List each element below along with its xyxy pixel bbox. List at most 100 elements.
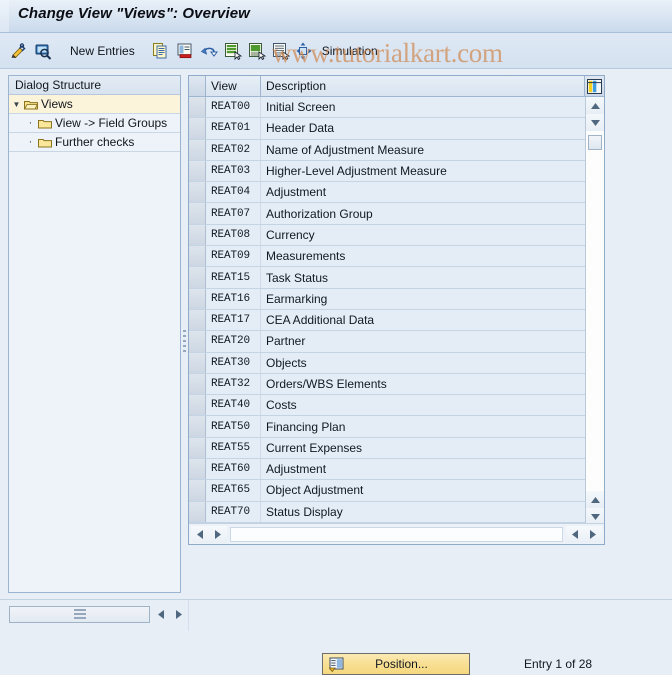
cell-description[interactable]: Status Display: [261, 502, 585, 522]
cell-description[interactable]: Object Adjustment: [261, 480, 585, 500]
row-select-cell[interactable]: [189, 224, 206, 246]
cell-view[interactable]: REAT00: [206, 97, 261, 118]
cell-view[interactable]: REAT15: [206, 267, 261, 288]
scroll-left-button[interactable]: [191, 525, 209, 543]
table-row[interactable]: REAT03 Higher-Level Adjustment Measure: [189, 160, 585, 183]
cell-view[interactable]: REAT03: [206, 160, 261, 182]
cell-view[interactable]: REAT07: [206, 203, 261, 224]
table-row[interactable]: REAT55 Current Expenses: [189, 437, 585, 460]
cell-description[interactable]: Initial Screen: [261, 97, 585, 117]
table-horizontal-scrollbar[interactable]: [189, 523, 604, 544]
table-row[interactable]: REAT20 Partner: [189, 331, 585, 353]
table-row[interactable]: REAT04 Adjustment: [189, 182, 585, 204]
row-select-cell[interactable]: [189, 395, 206, 416]
cell-description[interactable]: Name of Adjustment Measure: [261, 140, 585, 160]
new-entries-button[interactable]: New Entries: [65, 42, 141, 60]
table-row[interactable]: REAT50 Financing Plan: [189, 416, 585, 438]
cell-description[interactable]: Costs: [261, 395, 585, 415]
scroll-right-button[interactable]: [209, 525, 227, 543]
cell-description[interactable]: Financing Plan: [261, 416, 585, 436]
scrollbar-thumb[interactable]: [588, 135, 602, 150]
deselect-all-icon[interactable]: [270, 40, 292, 62]
cell-view[interactable]: REAT04: [206, 182, 261, 203]
cell-description[interactable]: Header Data: [261, 118, 585, 138]
cell-view[interactable]: REAT17: [206, 309, 261, 331]
select-block-icon[interactable]: [246, 40, 268, 62]
row-select-cell[interactable]: [189, 501, 206, 522]
sidebar-item-views[interactable]: ▼ Views: [9, 95, 180, 114]
cell-description[interactable]: Orders/WBS Elements: [261, 374, 585, 394]
cell-description[interactable]: Currency: [261, 225, 585, 245]
horizontal-scroll-track[interactable]: [230, 526, 563, 542]
column-header-description[interactable]: Description: [261, 76, 585, 96]
table-vertical-scrollbar[interactable]: [585, 97, 604, 525]
cell-description[interactable]: Task Status: [261, 267, 585, 287]
scroll-down-button[interactable]: [586, 114, 604, 131]
cell-description[interactable]: Objects: [261, 353, 585, 373]
cell-view[interactable]: REAT09: [206, 246, 261, 267]
table-row[interactable]: REAT30 Objects: [189, 352, 585, 374]
cell-view[interactable]: REAT55: [206, 437, 261, 459]
row-select-cell[interactable]: [189, 309, 206, 331]
bottom-scroll-left-button[interactable]: [152, 606, 169, 623]
cell-view[interactable]: REAT60: [206, 459, 261, 480]
simulation-button[interactable]: Simulation: [318, 42, 382, 60]
transport-icon[interactable]: [294, 40, 316, 62]
cell-view[interactable]: REAT40: [206, 395, 261, 416]
select-all-icon[interactable]: [222, 40, 244, 62]
row-select-cell[interactable]: [189, 480, 206, 501]
row-select-cell[interactable]: [189, 267, 206, 288]
row-select-cell[interactable]: [189, 352, 206, 373]
cell-view[interactable]: REAT50: [206, 416, 261, 437]
sidebar-item-further-checks[interactable]: · Further checks: [9, 133, 180, 152]
table-row[interactable]: REAT65 Object Adjustment: [189, 480, 585, 502]
table-row[interactable]: REAT32 Orders/WBS Elements: [189, 373, 585, 396]
expand-twisty-icon[interactable]: ▼: [9, 100, 24, 109]
table-row[interactable]: REAT08 Currency: [189, 224, 585, 247]
cell-view[interactable]: REAT32: [206, 373, 261, 395]
panel-splitter[interactable]: [181, 75, 188, 593]
row-select-cell[interactable]: [189, 288, 206, 309]
cell-view[interactable]: REAT02: [206, 139, 261, 160]
undo-icon[interactable]: [198, 40, 220, 62]
cell-description[interactable]: Authorization Group: [261, 203, 585, 223]
row-select-cell[interactable]: [189, 437, 206, 459]
table-row[interactable]: REAT15 Task Status: [189, 267, 585, 289]
cell-description[interactable]: Measurements: [261, 246, 585, 266]
cell-view[interactable]: REAT01: [206, 118, 261, 139]
cell-description[interactable]: Partner: [261, 331, 585, 351]
sidebar-item-view-field-groups[interactable]: · View -> Field Groups: [9, 114, 180, 133]
cell-description[interactable]: Current Expenses: [261, 438, 585, 458]
table-settings-icon[interactable]: [585, 76, 604, 96]
cell-description[interactable]: CEA Additional Data: [261, 310, 585, 330]
cell-description[interactable]: Adjustment: [261, 459, 585, 479]
table-row[interactable]: REAT17 CEA Additional Data: [189, 309, 585, 332]
table-row[interactable]: REAT09 Measurements: [189, 246, 585, 268]
table-row[interactable]: REAT02 Name of Adjustment Measure: [189, 139, 585, 161]
bottom-horizontal-scroll-thumb[interactable]: [9, 606, 150, 623]
copy-as-icon[interactable]: [150, 40, 172, 62]
row-select-cell[interactable]: [189, 182, 206, 203]
row-select-cell[interactable]: [189, 331, 206, 352]
table-row[interactable]: REAT70 Status Display: [189, 501, 585, 523]
row-select-cell[interactable]: [189, 139, 206, 160]
row-select-cell[interactable]: [189, 416, 206, 437]
cell-description[interactable]: Earmarking: [261, 289, 585, 309]
cell-view[interactable]: REAT08: [206, 224, 261, 246]
table-row[interactable]: REAT01 Header Data: [189, 118, 585, 140]
scroll-up-button[interactable]: [586, 97, 604, 114]
delete-row-icon[interactable]: [174, 40, 196, 62]
scroll-page-right-button[interactable]: [584, 525, 602, 543]
cell-view[interactable]: REAT20: [206, 331, 261, 352]
cell-view[interactable]: REAT30: [206, 352, 261, 373]
scroll-page-up-button[interactable]: [586, 491, 604, 508]
change-edit-icon[interactable]: [8, 40, 30, 62]
row-select-cell[interactable]: [189, 203, 206, 224]
row-select-cell[interactable]: [189, 459, 206, 480]
cell-view[interactable]: REAT16: [206, 288, 261, 309]
table-row[interactable]: REAT60 Adjustment: [189, 459, 585, 481]
position-button[interactable]: Position...: [322, 653, 470, 675]
scroll-page-left-button[interactable]: [566, 525, 584, 543]
row-select-cell[interactable]: [189, 118, 206, 139]
row-select-cell[interactable]: [189, 160, 206, 182]
